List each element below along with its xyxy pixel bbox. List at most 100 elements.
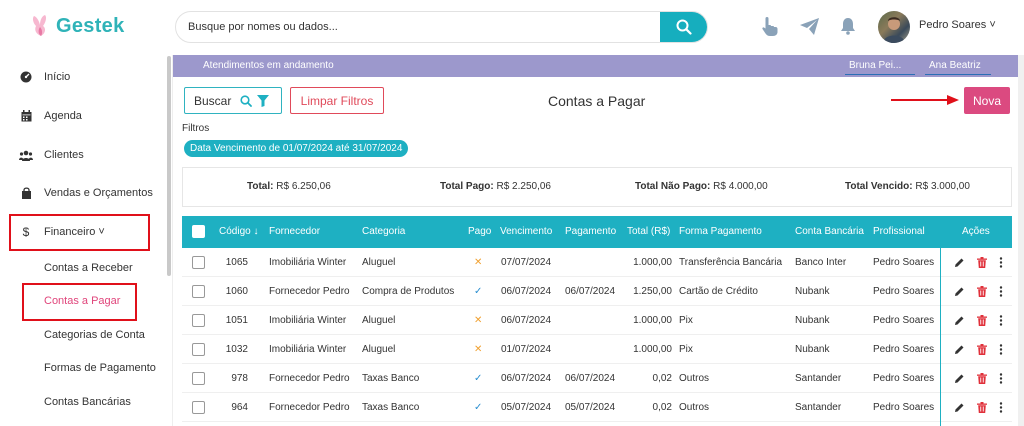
cell-conta: Banco Inter (795, 257, 847, 268)
sidebar-subitem-contas-bancarias[interactable]: Contas Bancárias (44, 396, 131, 408)
row-checkbox[interactable] (192, 314, 205, 327)
edit-pencil-icon[interactable] (953, 401, 965, 413)
table-row[interactable]: 978 Fornecedor Pedro Taxas Banco ✓ 06/07/202… (182, 364, 1012, 393)
delete-trash-icon[interactable] (976, 314, 988, 326)
row-checkbox[interactable] (192, 285, 205, 298)
page-title: Contas a Pagar (548, 93, 646, 109)
brand-logo[interactable]: Gestek (30, 14, 125, 38)
limpar-filtros-button[interactable]: Limpar Filtros (290, 87, 384, 114)
cell-categoria: Aluguel (362, 344, 396, 355)
header-conta[interactable]: Conta Bancária (795, 226, 864, 237)
banner-tag-ana[interactable]: Ana Beatriz (925, 58, 991, 75)
row-checkbox[interactable] (192, 343, 205, 356)
delete-trash-icon[interactable] (976, 372, 988, 384)
buscar-button[interactable]: Buscar (184, 87, 282, 114)
table-row[interactable]: 1060 Fornecedor Pedro Compra de Produtos ✓ 0… (182, 277, 1012, 306)
header-acoes: Ações (962, 226, 990, 237)
delete-trash-icon[interactable] (976, 256, 988, 268)
header-vencimento[interactable]: Vencimento (500, 226, 552, 237)
row-checkbox[interactable] (192, 256, 205, 269)
more-vertical-icon[interactable] (995, 372, 1007, 384)
cell-conta: Santander (795, 373, 842, 384)
x-icon: ✕ (474, 315, 483, 326)
sidebar-scrollbar[interactable] (167, 56, 171, 276)
header-pagamento[interactable]: Pagamento (565, 226, 616, 237)
more-vertical-icon[interactable] (995, 256, 1007, 268)
send-icon[interactable] (799, 16, 819, 36)
sidebar-subitem-contas-receber[interactable]: Contas a Receber (44, 262, 133, 274)
hand-pointer-icon[interactable] (760, 16, 780, 36)
cell-categoria: Aluguel (362, 315, 396, 326)
row-checkbox[interactable] (192, 372, 205, 385)
edit-pencil-icon[interactable] (953, 256, 965, 268)
more-vertical-icon[interactable] (995, 285, 1007, 297)
delete-trash-icon[interactable] (976, 343, 988, 355)
actions-column-divider (940, 248, 941, 426)
highlight-box-financeiro (9, 214, 150, 251)
total-vencido: Total Vencido: R$ 3.000,00 (845, 181, 970, 192)
cell-total: 1.000,00 (633, 344, 672, 355)
sidebar-item-vendas[interactable]: Vendas e Orçamentos (0, 178, 168, 208)
edit-pencil-icon[interactable] (953, 372, 965, 384)
cell-conta: Nubank (795, 286, 830, 297)
sidebar-item-label: Vendas e Orçamentos (44, 187, 153, 199)
sidebar-item-label: Início (44, 71, 71, 83)
user-menu[interactable]: Pedro Soares ˅ (919, 19, 996, 31)
cell-profissional: Pedro Soares (873, 286, 935, 297)
delete-trash-icon[interactable] (976, 285, 988, 297)
attendance-banner: Atendimentos em andamento Bruna Pei... A… (173, 55, 1019, 77)
sidebar-item-agenda[interactable]: Agenda (0, 101, 168, 131)
more-vertical-icon[interactable] (995, 314, 1007, 326)
buscar-label: Buscar (194, 93, 232, 108)
edit-pencil-icon[interactable] (953, 314, 965, 326)
nova-button[interactable]: Nova (964, 87, 1010, 114)
banner-tag-bruna[interactable]: Bruna Pei... (845, 58, 915, 75)
search-input[interactable] (188, 12, 658, 42)
sidebar-item-label: Agenda (44, 110, 82, 122)
total-nao-pago: Total Não Pago: R$ 4.000,00 (635, 181, 768, 192)
cell-vencimento: 07/07/2024 (501, 257, 552, 268)
cell-categoria: Taxas Banco (362, 402, 420, 413)
cell-fornecedor: Imobiliária Winter (269, 344, 347, 355)
cell-profissional: Pedro Soares (873, 344, 935, 355)
header-forma[interactable]: Forma Pagamento (679, 226, 762, 237)
cell-pagamento: 06/07/2024 (565, 286, 616, 297)
header-categoria[interactable]: Categoria (362, 226, 405, 237)
header-codigo[interactable]: Código ↓ (219, 226, 258, 237)
bell-icon[interactable] (838, 16, 858, 36)
sidebar-item-clientes[interactable]: Clientes (0, 140, 168, 170)
header-fornecedor[interactable]: Fornecedor (269, 226, 320, 237)
cell-fornecedor: Fornecedor Pedro (269, 402, 350, 413)
more-vertical-icon[interactable] (995, 401, 1007, 413)
sidebar-subitem-categorias[interactable]: Categorias de Conta (44, 329, 145, 341)
delete-trash-icon[interactable] (976, 401, 988, 413)
cell-codigo: 964 (231, 402, 248, 413)
table-row[interactable]: 1065 Imobiliária Winter Aluguel ✕ 07/07/2024… (182, 248, 1012, 277)
header-pago[interactable]: Pago (468, 226, 491, 237)
edit-pencil-icon[interactable] (953, 285, 965, 297)
search-button[interactable] (660, 12, 707, 42)
table-row[interactable]: 964 Fornecedor Pedro Taxas Banco ✓ 05/07/202… (182, 393, 1012, 422)
avatar[interactable] (878, 11, 910, 43)
check-icon: ✓ (474, 286, 483, 297)
more-vertical-icon[interactable] (995, 343, 1007, 355)
total-geral: Total: R$ 6.250,06 (247, 181, 331, 192)
table-row[interactable]: 1032 Imobiliária Winter Aluguel ✕ 01/07/2024… (182, 335, 1012, 364)
cell-conta: Nubank (795, 344, 830, 355)
cell-profissional: Pedro Soares (873, 315, 935, 326)
x-icon: ✕ (474, 344, 483, 355)
cell-codigo: 1065 (225, 257, 248, 268)
header-total[interactable]: Total (R$) (627, 226, 670, 237)
page-scrollbar[interactable] (1018, 55, 1024, 426)
sidebar: Gestek Início Agenda Clientes Vendas e O… (0, 0, 168, 426)
row-checkbox[interactable] (192, 401, 205, 414)
sidebar-item-inicio[interactable]: Início (0, 62, 168, 92)
table-row[interactable]: 1051 Imobiliária Winter Aluguel ✕ 06/07/2024… (182, 306, 1012, 335)
cell-fornecedor: Imobiliária Winter (269, 315, 347, 326)
select-all-checkbox[interactable] (192, 225, 205, 238)
edit-pencil-icon[interactable] (953, 343, 965, 355)
filter-chip-vencimento[interactable]: Data Vencimento de 01/07/2024 até 31/07/… (184, 140, 409, 157)
check-icon: ✓ (474, 373, 483, 384)
sidebar-subitem-formas-pagamento[interactable]: Formas de Pagamento (44, 362, 156, 374)
header-profissional[interactable]: Profissional (873, 226, 925, 237)
